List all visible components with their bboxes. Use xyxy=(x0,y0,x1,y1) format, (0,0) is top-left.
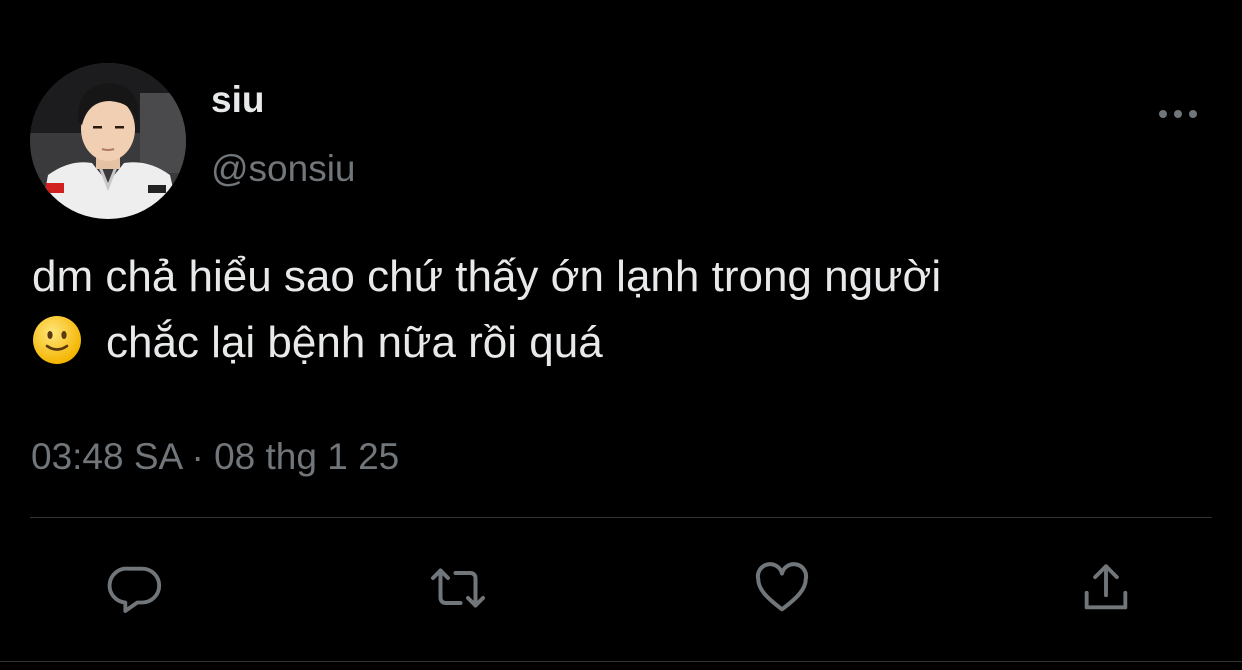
tweet-text-line-content: chắc lại bệnh nữa rồi quá xyxy=(106,318,603,367)
tweet-text: dm chả hiểu sao chứ thấy ớn lạnh trong n… xyxy=(32,244,1222,376)
meta-separator: · xyxy=(191,436,204,477)
slightly-smiling-face-emoji-icon xyxy=(33,316,81,364)
bottom-divider xyxy=(0,661,1242,662)
display-name[interactable]: siu xyxy=(211,78,264,122)
like-button[interactable] xyxy=(752,558,812,618)
avatar-photo xyxy=(30,63,186,219)
user-handle[interactable]: @sonsiu xyxy=(211,147,356,191)
retweet-button[interactable] xyxy=(428,558,488,618)
more-icon xyxy=(1159,110,1197,118)
share-icon xyxy=(1084,564,1128,610)
tweet-timestamp[interactable]: 03:48 SA · 08 thg 1 25 xyxy=(31,433,399,481)
avatar[interactable] xyxy=(30,63,186,219)
share-button[interactable] xyxy=(1076,558,1136,618)
like-icon xyxy=(755,562,809,612)
tweet-time: 03:48 SA xyxy=(31,436,182,477)
retweet-icon xyxy=(431,568,485,608)
tweet-text-line: dm chả hiểu sao chứ thấy ớn lạnh trong n… xyxy=(32,252,942,301)
tweet-text-line: chắc lại bệnh nữa rồi quá xyxy=(32,310,1222,376)
divider xyxy=(30,517,1212,518)
more-options-button[interactable] xyxy=(1152,96,1204,132)
reply-icon xyxy=(107,566,162,613)
reply-button[interactable] xyxy=(105,558,165,618)
tweet-date: 08 thg 1 25 xyxy=(214,436,400,477)
